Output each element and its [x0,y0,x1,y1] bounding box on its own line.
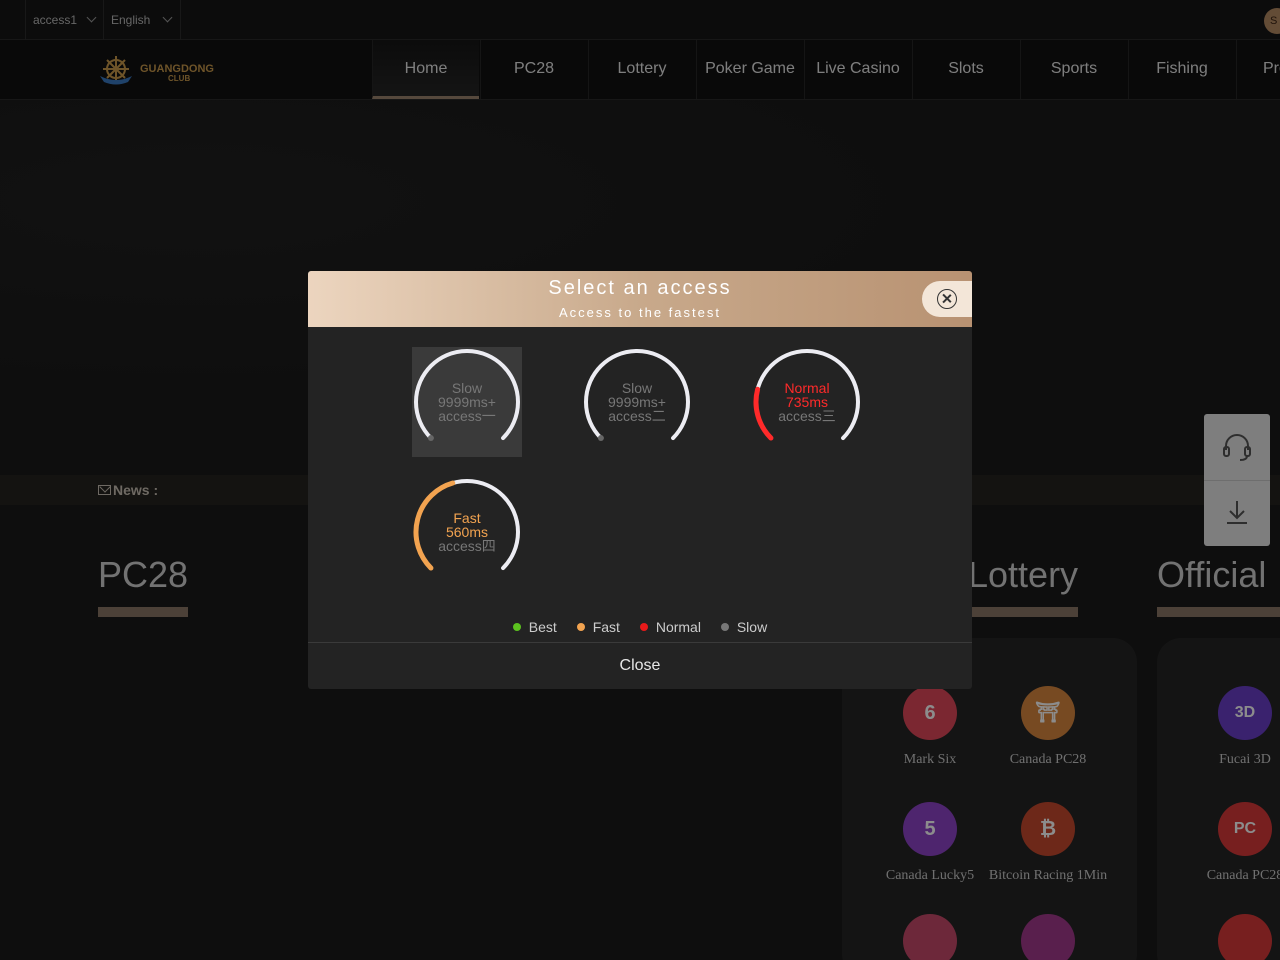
access-option-3[interactable]: Normal 735ms access三 [752,347,862,457]
close-icon [937,289,957,309]
access-name: access一 [438,408,496,424]
modal-close-button[interactable] [922,281,972,317]
access-latency: 9999ms+ [438,394,496,410]
access-select-modal: Select an access Access to the fastest S… [308,271,972,689]
legend-item-slow: Slow [720,619,768,635]
access-status: Slow [621,380,653,396]
access-status: Normal [784,380,830,396]
access-status: Slow [451,380,483,396]
access-option-1[interactable]: Slow 9999ms+ access一 [412,347,522,457]
gauge-fill [427,435,434,442]
legend-label: Normal [655,619,701,635]
modal-close-footer-button[interactable]: Close [308,642,972,689]
modal-subtitle: Access to the fastest [559,305,721,320]
legend-label: Best [528,619,557,635]
access-latency: 735ms [785,394,829,410]
access-latency: 9999ms+ [608,394,666,410]
access-option-2[interactable]: Slow 9999ms+ access二 [582,347,692,457]
legend-label: Slow [736,619,768,635]
legend-dot [720,623,729,631]
access-name: access三 [778,408,836,424]
access-latency: 560ms [445,524,489,540]
legend-dot [639,623,648,631]
latency-legend: Best Fast Normal Slow [308,619,972,635]
access-status: Fast [453,510,481,526]
legend-label: Fast [592,619,620,635]
access-name: access四 [438,538,496,554]
legend-item-fast: Fast [576,619,620,635]
modal-title: Select an access [548,277,732,299]
legend-dot [512,623,521,631]
legend-dot [576,623,585,631]
modal-header: Select an access Access to the fastest [308,271,972,327]
legend-item-best: Best [512,619,557,635]
access-option-4[interactable]: Fast 560ms access四 [412,477,522,587]
legend-item-normal: Normal [639,619,701,635]
gauge-fill [597,435,604,442]
access-name: access二 [608,408,666,424]
